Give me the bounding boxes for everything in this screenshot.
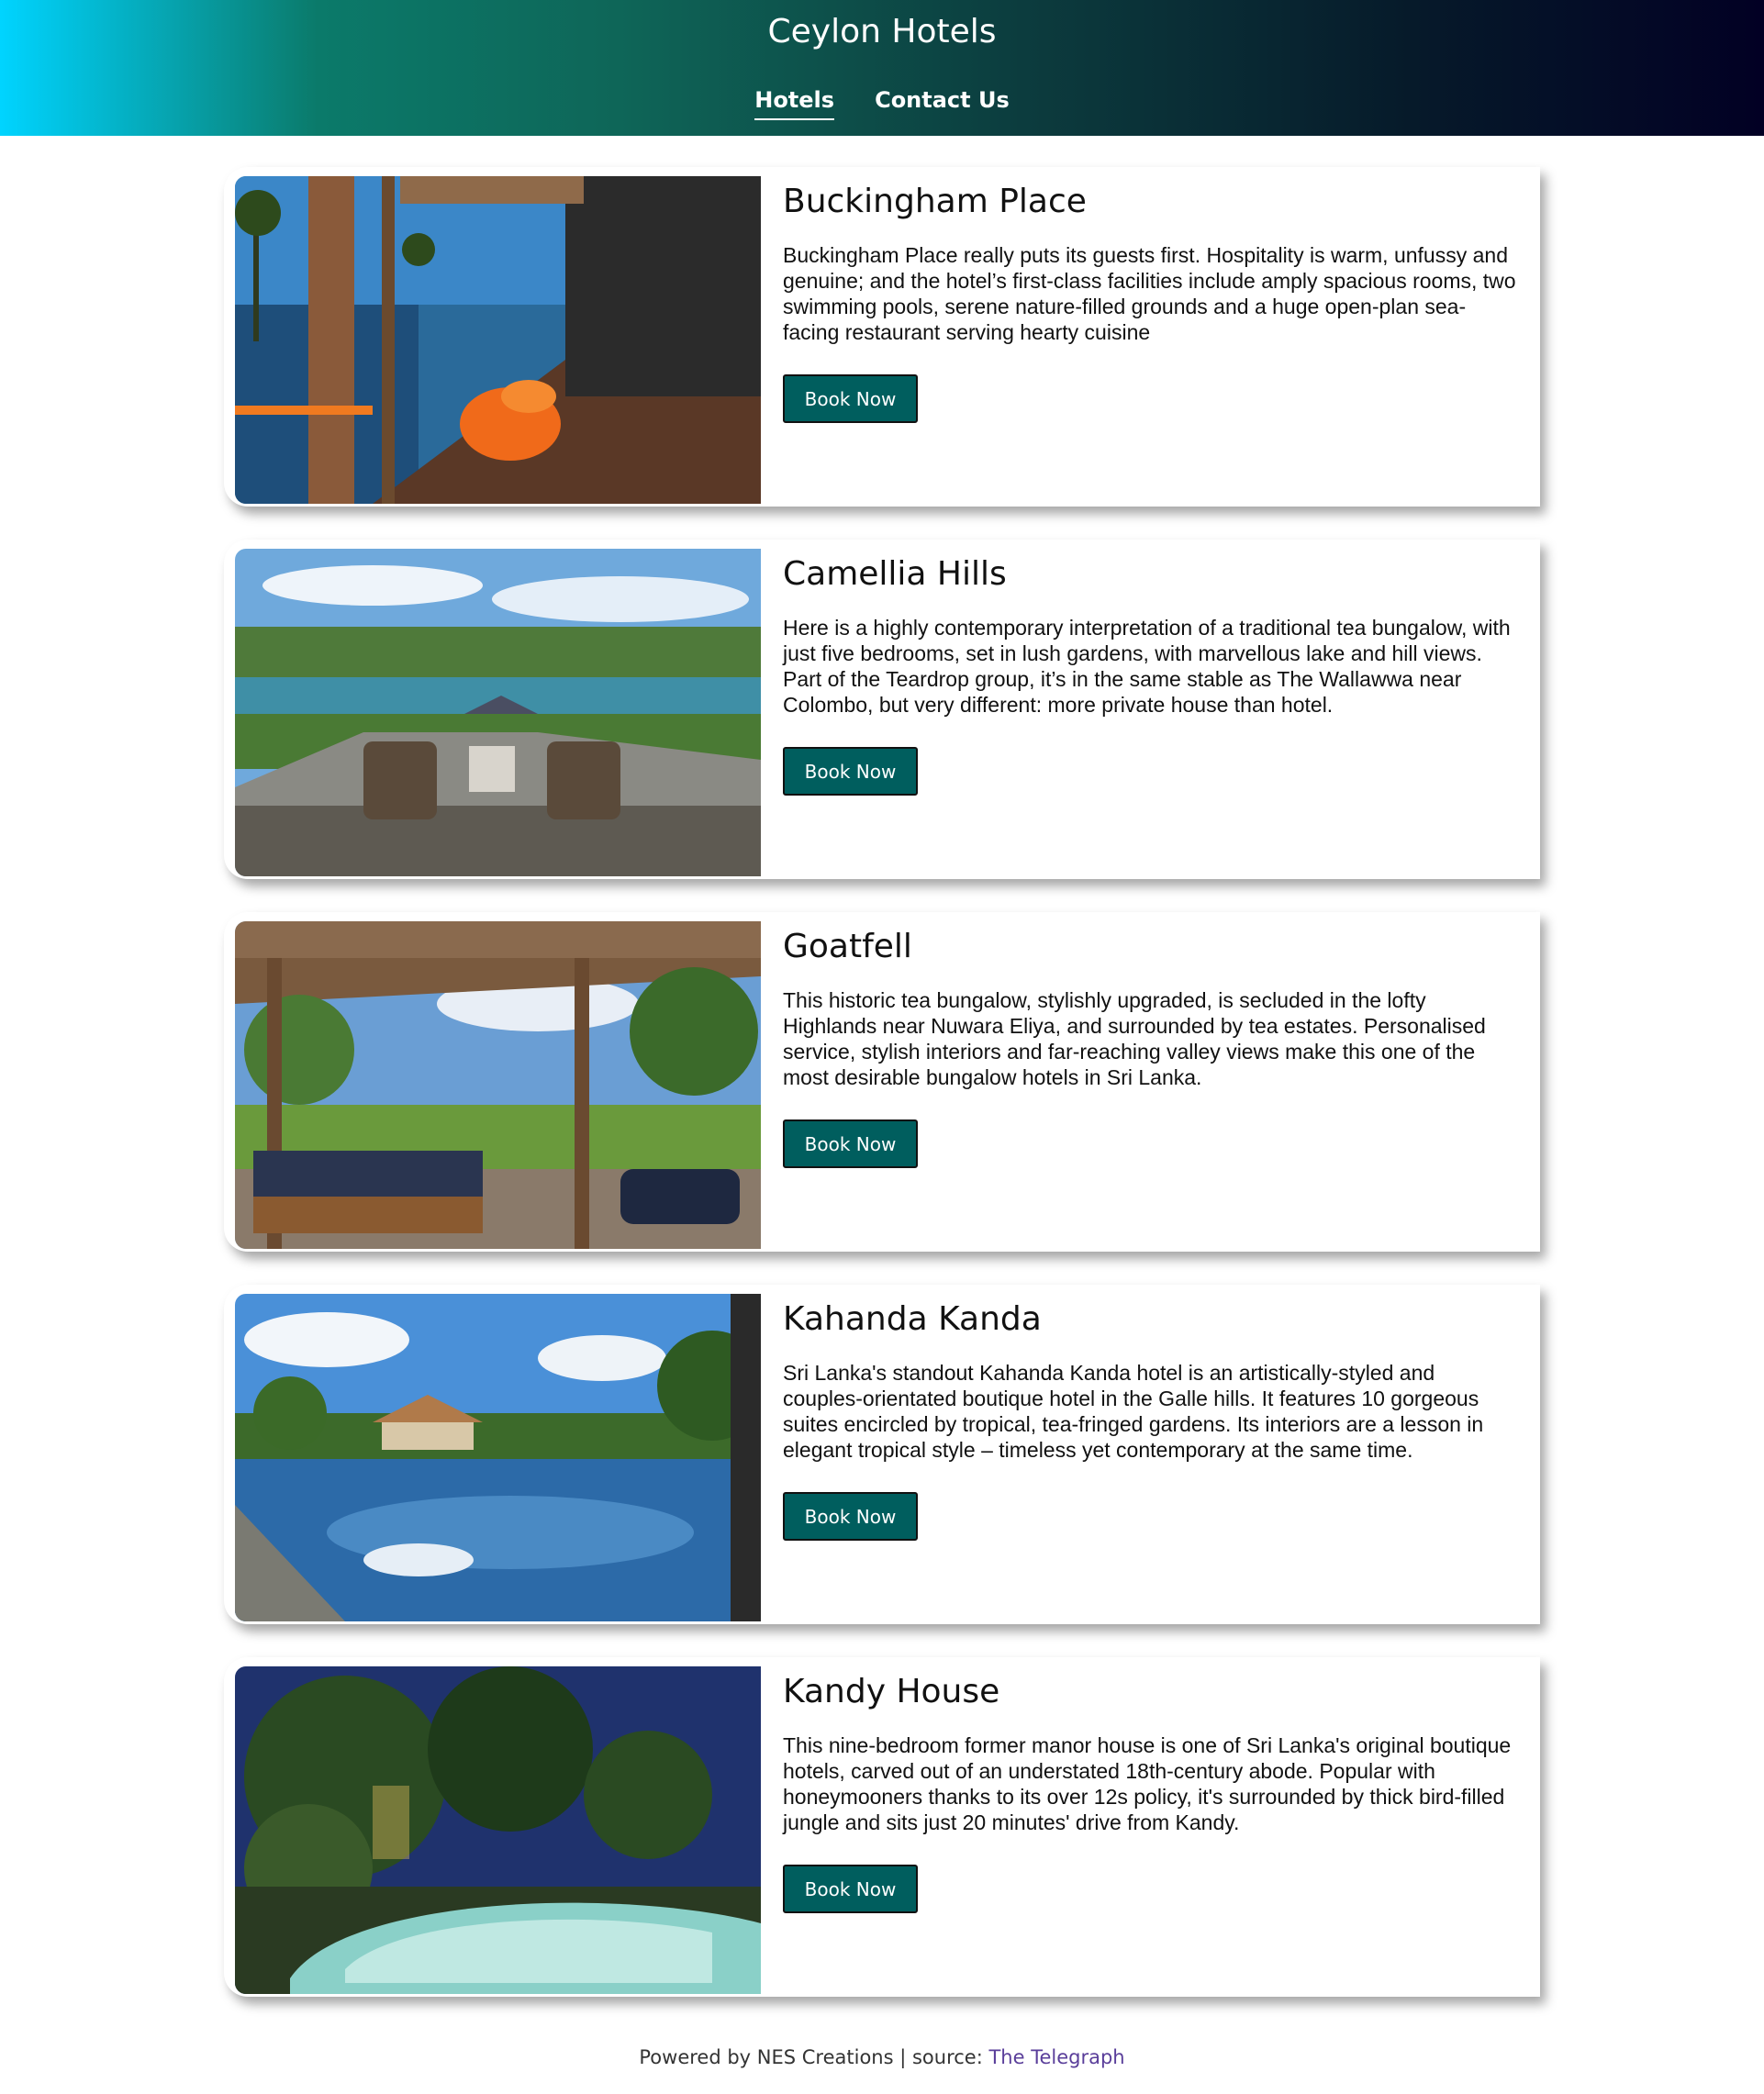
hotel-card: Goatfell This historic tea bungalow, sty…: [224, 912, 1540, 1252]
book-now-button[interactable]: Book Now: [783, 1492, 918, 1541]
hotel-card: Camellia Hills Here is a highly contempo…: [224, 540, 1540, 879]
hotel-description: Sri Lanka's standout Kahanda Kanda hotel…: [783, 1361, 1484, 1462]
hotel-photo: [235, 549, 761, 876]
hotel-info: Camellia Hills Here is a highly contempo…: [783, 552, 1517, 718]
hotel-description: Buckingham Place really puts its guests …: [783, 243, 1516, 344]
hotel-info: Goatfell This historic tea bungalow, sty…: [783, 925, 1517, 1090]
hotel-info: Kandy House This nine-bedroom former man…: [783, 1670, 1517, 1835]
hotel-description: This historic tea bungalow, stylishly up…: [783, 988, 1486, 1089]
hotel-info: Buckingham Place Buckingham Place really…: [783, 180, 1517, 345]
nav-hotels-link[interactable]: Hotels: [754, 87, 835, 120]
nav-contact-link[interactable]: Contact Us: [875, 87, 1010, 118]
book-now-button[interactable]: Book Now: [783, 1119, 918, 1168]
hotel-card: Kandy House This nine-bedroom former man…: [224, 1657, 1540, 1997]
hotel-description: Here is a highly contemporary interpreta…: [783, 616, 1511, 717]
hotel-name: Kandy House: [783, 1673, 1000, 1710]
source-link[interactable]: The Telegraph: [988, 2046, 1124, 2068]
hotel-photo: [235, 921, 761, 1249]
main-nav: Hotels Contact Us: [0, 87, 1764, 120]
footer-text: Powered by NES Creations | source:: [639, 2046, 989, 2068]
hotel-card: Kahanda Kanda Sri Lanka's standout Kahan…: [224, 1285, 1540, 1624]
hotel-card: Buckingham Place Buckingham Place really…: [224, 167, 1540, 507]
site-footer: Powered by NES Creations | source: The T…: [0, 2046, 1764, 2068]
book-now-button[interactable]: Book Now: [783, 374, 918, 423]
hotel-info: Kahanda Kanda Sri Lanka's standout Kahan…: [783, 1298, 1517, 1463]
book-now-button[interactable]: Book Now: [783, 747, 918, 796]
site-header: Ceylon Hotels Hotels Contact Us: [0, 0, 1764, 136]
hotel-name: Camellia Hills: [783, 555, 1007, 593]
hotel-photo: [235, 1666, 761, 1994]
book-now-button[interactable]: Book Now: [783, 1865, 918, 1913]
site-title: Ceylon Hotels: [767, 13, 997, 50]
hotel-name: Goatfell: [783, 928, 912, 965]
hotel-photo: [235, 176, 761, 504]
hotel-description: This nine-bedroom former manor house is …: [783, 1733, 1512, 1834]
hotel-photo: [235, 1294, 761, 1621]
hotel-name: Kahanda Kanda: [783, 1300, 1042, 1338]
hotel-name: Buckingham Place: [783, 183, 1087, 220]
